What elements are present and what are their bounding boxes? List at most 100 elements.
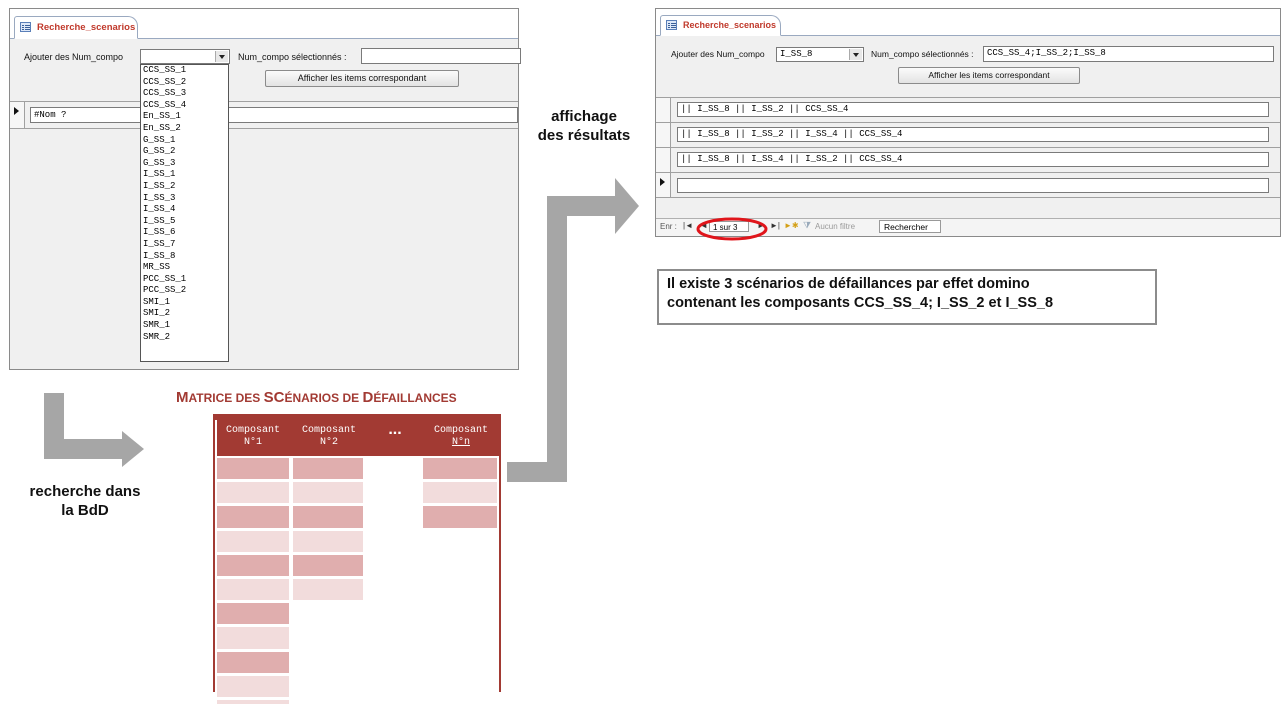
- record-selector[interactable]: [656, 123, 671, 147]
- matrix-cell: [293, 579, 363, 601]
- matrix-cell: [293, 458, 363, 480]
- new-record-field[interactable]: [677, 178, 1269, 193]
- header-line: ...: [388, 421, 402, 438]
- dropdown-option[interactable]: MR_SS: [141, 262, 228, 274]
- record-selector[interactable]: [656, 148, 671, 172]
- matrix-cell: [217, 506, 289, 528]
- matrix-header-n: Composant N°n: [423, 420, 499, 456]
- matrix-cell: [217, 627, 289, 649]
- up-right-arrow: [507, 178, 639, 482]
- matrix-header-1: Composant N°1: [217, 420, 289, 456]
- add-num-compo-combo[interactable]: [140, 49, 230, 64]
- matrix-title-part: ATRICE DES: [188, 391, 264, 405]
- result-record-3: || I_SS_8 || I_SS_4 || I_SS_2 || CCS_SS_…: [656, 147, 1280, 172]
- matrix-cell: [217, 458, 289, 480]
- matrix-cell: [293, 506, 363, 528]
- dropdown-option[interactable]: G_SS_1: [141, 135, 228, 147]
- dropdown-option[interactable]: PCC_SS_1: [141, 274, 228, 286]
- first-record-icon[interactable]: |◄: [683, 221, 693, 230]
- selected-num-compo-label: Num_compo sélectionnés :: [871, 49, 974, 59]
- record-count-highlight: [696, 217, 768, 241]
- selected-num-compo-label: Num_compo sélectionnés :: [238, 52, 347, 62]
- dropdown-option[interactable]: PCC_SS_2: [141, 285, 228, 297]
- combo-arrow-icon[interactable]: [849, 49, 862, 60]
- dropdown-option[interactable]: SMR_1: [141, 320, 228, 332]
- dropdown-option[interactable]: SMR_2: [141, 332, 228, 344]
- dropdown-option[interactable]: I_SS_5: [141, 216, 228, 228]
- dropdown-option[interactable]: I_SS_8: [141, 251, 228, 263]
- dropdown-option[interactable]: I_SS_2: [141, 181, 228, 193]
- filter-icon[interactable]: ⧩: [803, 220, 811, 231]
- show-items-button[interactable]: Afficher les items correspondant: [265, 70, 459, 87]
- matrix-cell: [423, 482, 497, 504]
- matrix-cell: [217, 651, 289, 673]
- left-record-row: #Nom ?: [10, 101, 518, 129]
- combo-arrow-icon[interactable]: [215, 51, 228, 62]
- dropdown-option[interactable]: CCS_SS_4: [141, 100, 228, 112]
- dropdown-option[interactable]: I_SS_7: [141, 239, 228, 251]
- left-tab-recherche-scenarios[interactable]: Recherche_scenarios: [14, 16, 138, 39]
- right-tab-recherche-scenarios[interactable]: Recherche_scenarios: [660, 15, 781, 36]
- right-search-form: Recherche_scenarios Ajouter des Num_comp…: [655, 8, 1281, 237]
- result-record-1: || I_SS_8 || I_SS_2 || CCS_SS_4: [656, 97, 1280, 122]
- num-compo-dropdown-list[interactable]: CCS_SS_1 CCS_SS_2 CCS_SS_3 CCS_SS_4 En_SS_1 E…: [140, 64, 229, 362]
- dropdown-option[interactable]: SMI_1: [141, 297, 228, 309]
- matrix-cell: [217, 530, 289, 552]
- matrix-cell: [217, 700, 289, 704]
- dropdown-option[interactable]: I_SS_4: [141, 204, 228, 216]
- new-record-icon[interactable]: ►✱: [784, 221, 799, 230]
- display-results-line-2: des résultats: [537, 127, 631, 144]
- dropdown-option[interactable]: CCS_SS_3: [141, 88, 228, 100]
- search-field[interactable]: Rechercher: [879, 220, 941, 233]
- matrix-header-band: [215, 414, 499, 420]
- add-num-compo-combo[interactable]: I_SS_8: [776, 47, 864, 62]
- display-results-note: affichage des résultats: [524, 107, 644, 145]
- result-record-3-field[interactable]: || I_SS_8 || I_SS_4 || I_SS_2 || CCS_SS_…: [677, 152, 1269, 167]
- matrix-cell: [293, 482, 363, 504]
- header-line: N°1: [243, 437, 262, 448]
- failure-scenarios-matrix: Composant N°1 Composant N°2 ... Composan…: [213, 414, 501, 704]
- result-record-1-field[interactable]: || I_SS_8 || I_SS_2 || CCS_SS_4: [677, 102, 1269, 117]
- search-db-line-1: recherche dans: [29, 483, 141, 500]
- dropdown-option[interactable]: CCS_SS_2: [141, 77, 228, 89]
- result-record-2: || I_SS_8 || I_SS_2 || I_SS_4 || CCS_SS_…: [656, 122, 1280, 147]
- record-selector[interactable]: [656, 173, 671, 197]
- dropdown-option[interactable]: SMI_2: [141, 308, 228, 320]
- selected-num-compo-field[interactable]: CCS_SS_4;I_SS_2;I_SS_8: [983, 46, 1274, 62]
- left-record-field[interactable]: #Nom ?: [30, 107, 518, 123]
- add-num-compo-value: I_SS_8: [780, 49, 813, 59]
- matrix-header-ellipsis: ...: [369, 420, 421, 456]
- add-num-compo-label: Ajouter des Num_compo: [24, 52, 124, 62]
- new-record-row: [656, 172, 1280, 198]
- no-filter-label[interactable]: Aucun filtre: [815, 222, 855, 231]
- matrix-title: MATRICE DES SCÉNARIOS DE DÉFAILLANCES: [176, 389, 457, 407]
- dropdown-option[interactable]: I_SS_1: [141, 169, 228, 181]
- matrix-title-part: ÉNARIOS DE: [284, 391, 363, 405]
- matrix-title-part: SC: [263, 389, 285, 406]
- dropdown-option[interactable]: CCS_SS_1: [141, 65, 228, 77]
- left-search-form: Recherche_scenarios Ajouter des Num_comp…: [9, 8, 521, 370]
- matrix-cell: [217, 482, 289, 504]
- matrix-title-part: M: [176, 389, 189, 406]
- dropdown-option[interactable]: I_SS_6: [141, 227, 228, 239]
- down-right-arrow: [44, 393, 144, 467]
- current-record-icon: [14, 107, 19, 115]
- matrix-cell: [293, 530, 363, 552]
- dropdown-option[interactable]: I_SS_3: [141, 193, 228, 205]
- record-selector[interactable]: [10, 102, 25, 128]
- dropdown-option[interactable]: En_SS_2: [141, 123, 228, 135]
- dropdown-option[interactable]: G_SS_3: [141, 158, 228, 170]
- dropdown-option[interactable]: En_SS_1: [141, 111, 228, 123]
- dropdown-option[interactable]: G_SS_2: [141, 146, 228, 158]
- search-db-line-2: la BdD: [61, 502, 109, 519]
- matrix-cell: [217, 603, 289, 625]
- record-selector[interactable]: [656, 98, 671, 122]
- matrix-cell: [293, 554, 363, 576]
- selected-num-compo-field[interactable]: [361, 48, 521, 64]
- last-record-icon[interactable]: ►|: [770, 221, 780, 230]
- display-results-line-1: affichage: [551, 108, 617, 125]
- header-line: Composant: [301, 425, 356, 436]
- result-record-2-field[interactable]: || I_SS_8 || I_SS_2 || I_SS_4 || CCS_SS_…: [677, 127, 1269, 142]
- show-items-button[interactable]: Afficher les items correspondant: [898, 67, 1080, 84]
- header-line: Composant: [433, 425, 488, 436]
